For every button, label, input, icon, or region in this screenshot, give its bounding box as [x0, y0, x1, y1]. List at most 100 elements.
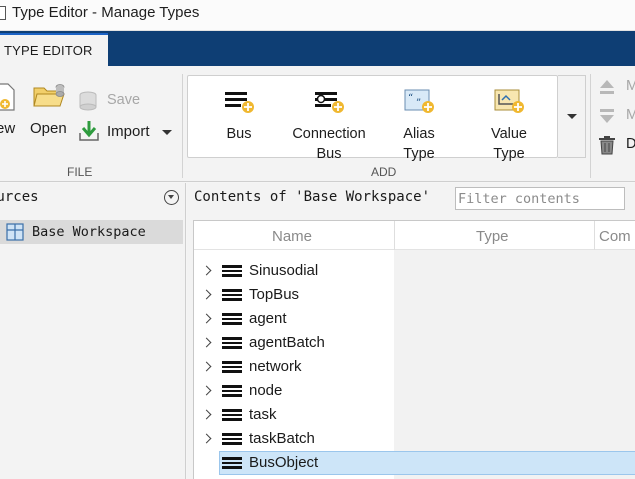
app-icon — [0, 6, 6, 20]
expand-chevron-icon[interactable] — [201, 265, 212, 276]
new-button[interactable]: ew — [0, 76, 20, 146]
row-name: task — [249, 406, 277, 423]
move-up-button[interactable]: M — [596, 76, 635, 100]
bus-icon — [222, 265, 242, 277]
bus-icon — [222, 289, 242, 301]
table-row[interactable]: task — [194, 403, 635, 427]
open-button-label: Open — [30, 120, 67, 137]
chevron-down-icon — [567, 114, 577, 119]
trash-icon — [599, 136, 615, 155]
column-divider[interactable] — [394, 221, 395, 250]
row-name: network — [249, 358, 302, 375]
open-button[interactable]: Open — [26, 76, 72, 146]
open-folder-icon — [33, 84, 65, 107]
row-name: BusObject — [249, 454, 319, 471]
add-value-type-label-line2: Type — [493, 146, 525, 162]
group-divider — [590, 74, 591, 178]
expand-chevron-icon[interactable] — [201, 289, 212, 300]
table-row[interactable]: network — [194, 355, 635, 379]
types-table: Name Type Com Sinusodial TopBus agent ag… — [193, 220, 635, 479]
table-row[interactable]: node — [194, 379, 635, 403]
column-header-name[interactable]: Name — [272, 228, 312, 245]
expand-chevron-icon[interactable] — [201, 361, 212, 372]
value-type-add-icon — [494, 89, 524, 113]
filter-input[interactable]: Filter contents — [455, 187, 625, 210]
add-bus-button[interactable]: Bus — [199, 86, 279, 158]
svg-text:“: “ — [408, 93, 413, 104]
group-divider — [182, 74, 183, 178]
sources-menu-icon[interactable] — [164, 190, 179, 205]
row-name: agentBatch — [249, 334, 325, 351]
tab-type-editor[interactable]: TYPE EDITOR — [0, 33, 108, 66]
alias-type-add-icon: “ ” — [404, 89, 434, 113]
column-divider[interactable] — [594, 221, 595, 250]
new-button-label: ew — [0, 120, 16, 137]
add-alias-type-label: Alias Type — [379, 124, 459, 164]
sources-title: ources — [0, 189, 39, 205]
import-button[interactable]: Import — [78, 118, 178, 144]
table-row-selected[interactable]: BusObject — [194, 451, 635, 475]
file-group-label: FILE — [67, 165, 93, 179]
save-database-icon — [79, 91, 97, 111]
table-row[interactable]: Sinusodial — [194, 259, 635, 283]
add-value-type-button[interactable]: Value Type — [469, 86, 549, 162]
table-row[interactable]: agentBatch — [194, 331, 635, 355]
bus-icon — [222, 433, 242, 445]
table-header: Name Type Com — [194, 221, 635, 250]
move-down-label: M — [626, 107, 635, 123]
contents-pane: Contents of 'Base Workspace' Filter cont… — [187, 183, 635, 479]
add-gallery-expand-button[interactable] — [558, 75, 586, 158]
bus-add-icon — [225, 92, 254, 113]
ribbon-tab-strip: TYPE EDITOR — [0, 31, 635, 66]
move-down-button[interactable]: M — [596, 105, 635, 129]
source-item-base-workspace[interactable]: Base Workspace — [0, 220, 183, 244]
delete-label: D — [626, 136, 635, 152]
add-gallery: Bus Connection Bus “ ” Alias Type Value … — [187, 75, 558, 162]
bus-icon — [222, 409, 242, 421]
new-file-icon — [0, 83, 15, 111]
source-item-label: Base Workspace — [32, 224, 146, 240]
sources-pane: ources Base Workspace — [0, 183, 186, 479]
move-up-icon — [600, 80, 614, 94]
expand-chevron-icon[interactable] — [201, 337, 212, 348]
workspace-grid-icon — [6, 223, 24, 241]
contents-title: Contents of 'Base Workspace' — [194, 189, 431, 205]
add-alias-type-button[interactable]: “ ” Alias Type — [379, 86, 459, 162]
column-header-type[interactable]: Type — [476, 228, 509, 245]
row-name: TopBus — [249, 286, 300, 303]
table-row[interactable]: taskBatch — [194, 427, 635, 451]
save-button-label: Save — [107, 92, 141, 108]
row-name: Sinusodial — [249, 262, 319, 279]
add-value-type-label: Value Type — [469, 124, 549, 164]
delete-button[interactable]: D — [596, 134, 635, 158]
bus-icon — [222, 361, 242, 373]
expand-chevron-icon[interactable] — [201, 409, 212, 420]
connection-bus-add-icon — [315, 92, 344, 113]
add-group-label: ADD — [371, 165, 397, 179]
bus-icon — [222, 313, 242, 325]
table-row[interactable]: TopBus — [194, 283, 635, 307]
row-name: node — [249, 382, 283, 399]
save-button[interactable]: Save — [78, 88, 142, 112]
sources-header: ources — [0, 183, 186, 213]
column-header-comment[interactable]: Com — [599, 228, 631, 245]
expand-chevron-icon[interactable] — [201, 313, 212, 324]
row-name: agent — [249, 310, 287, 327]
import-dropdown-icon — [162, 130, 172, 135]
add-bus-label: Bus — [226, 126, 252, 142]
expand-chevron-icon[interactable] — [201, 385, 212, 396]
ribbon-toolstrip: ew Open Save Import FILE Bus Connection … — [0, 66, 635, 182]
add-connection-bus-button[interactable]: Connection Bus — [289, 86, 369, 162]
add-connection-bus-label: Connection Bus — [289, 124, 369, 164]
expand-chevron-icon[interactable] — [201, 433, 212, 444]
type-editor-window: Type Editor - Manage Types TYPE EDITOR e… — [0, 0, 635, 479]
import-arrow-icon — [79, 121, 99, 141]
bus-icon — [222, 457, 242, 469]
move-up-label: M — [626, 78, 635, 94]
add-connection-bus-label-line2: Bus — [316, 146, 342, 162]
svg-text:”: ” — [416, 98, 421, 109]
import-button-label: Import — [107, 123, 150, 140]
add-connection-bus-label-line1: Connection — [292, 126, 366, 142]
table-row[interactable]: agent — [194, 307, 635, 331]
move-down-icon — [600, 109, 614, 123]
